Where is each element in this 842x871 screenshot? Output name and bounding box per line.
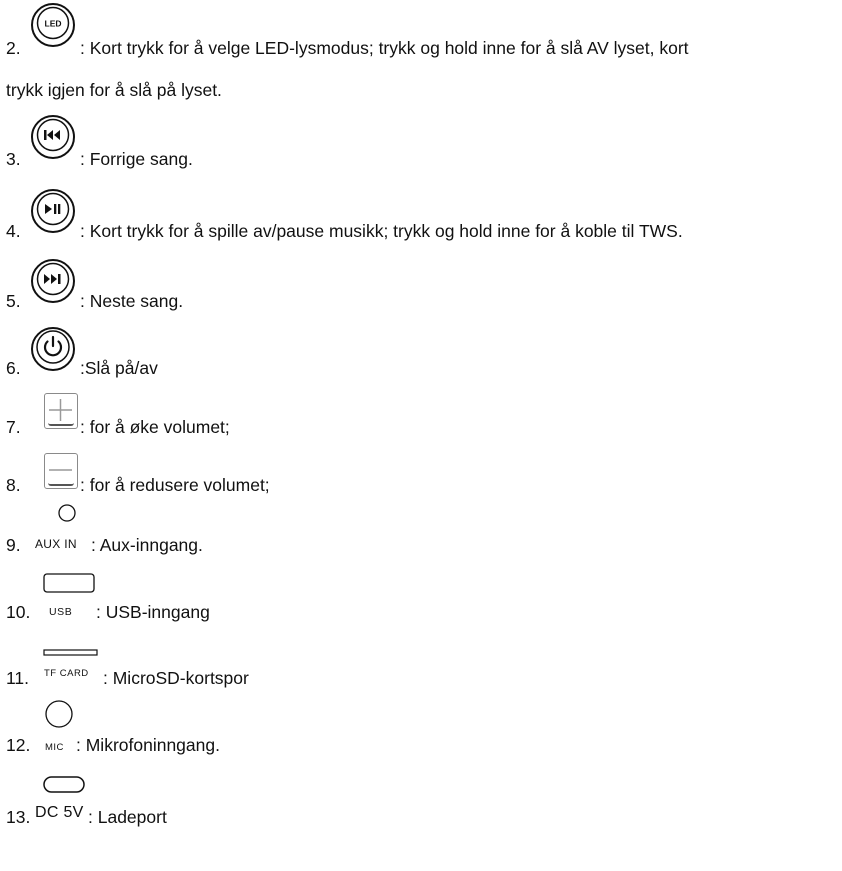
led-button-icon: LED [31, 3, 75, 47]
aux-port-icon [58, 504, 76, 522]
item-description: : Mikrofoninngang. [76, 735, 220, 755]
item-number: 11. [6, 668, 30, 688]
mic-port-icon [45, 700, 73, 728]
item-description: : Neste sang. [80, 291, 184, 311]
item-description: : Aux-inngang. [91, 535, 203, 555]
item-description: : for å redusere volumet; [80, 475, 270, 495]
port-label: AUX IN [35, 537, 77, 551]
item-description: : for å øke volumet; [80, 417, 230, 437]
previous-track-icon [31, 115, 75, 159]
item-description: : USB-inngang [96, 602, 210, 622]
tf-card-slot-icon [43, 649, 98, 656]
item-description: : Kort trykk for å spille av/pause musik… [80, 221, 683, 241]
port-label: MIC [45, 742, 64, 753]
item-description-continued: trykk igjen for å slå på lyset. [6, 80, 222, 100]
item-number: 6. [6, 358, 21, 378]
play-pause-icon [31, 189, 75, 233]
item-number: 5. [6, 291, 21, 311]
item-description: : MicroSD-kortspor [103, 668, 249, 688]
minus-button-icon [44, 453, 78, 489]
item-number: 13. [6, 807, 31, 827]
item-number: 10. [6, 602, 31, 622]
item-number: 9. [6, 535, 21, 555]
port-label: USB [49, 606, 73, 618]
usb-port-icon [43, 573, 95, 593]
item-description: : Ladeport [88, 807, 167, 827]
next-track-icon [31, 259, 75, 303]
plus-button-icon [44, 393, 78, 429]
item-number: 3. [6, 149, 21, 169]
item-number: 7. [6, 417, 21, 437]
item-number: 12. [6, 735, 31, 755]
item-description: : Kort trykk for å velge LED-lysmodus; t… [80, 38, 689, 58]
dc-port-icon [43, 776, 85, 793]
power-icon [31, 327, 75, 371]
port-label: DC 5V [35, 804, 84, 821]
led-icon-label: LED [45, 19, 62, 29]
item-description: : Forrige sang. [80, 149, 193, 169]
item-number: 8. [6, 475, 21, 495]
port-label: TF CARD [44, 668, 89, 679]
item-number: 2. [6, 38, 21, 58]
item-number: 4. [6, 221, 21, 241]
item-description: :Slå på/av [80, 358, 158, 378]
